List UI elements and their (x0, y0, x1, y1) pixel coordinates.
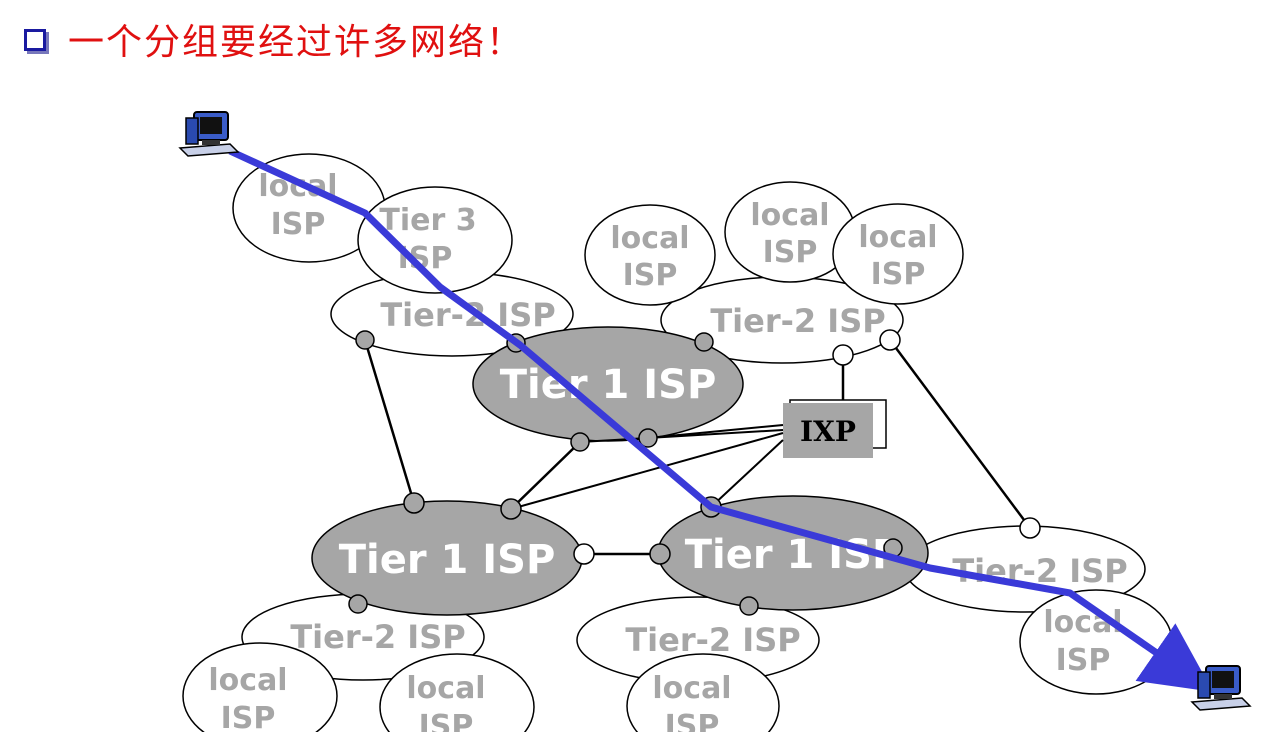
svg-text:ISP: ISP (871, 257, 926, 292)
svg-text:Tier 1 ISP: Tier 1 ISP (339, 537, 556, 583)
svg-text:Tier-2 ISP: Tier-2 ISP (290, 618, 465, 656)
svg-text:Tier 1 ISP: Tier 1 ISP (500, 362, 717, 408)
svg-text:ISP: ISP (221, 701, 276, 732)
svg-text:local: local (858, 220, 937, 255)
source-computer-icon (179, 111, 239, 157)
svg-text:ISP: ISP (665, 709, 720, 732)
svg-text:Tier-2 ISP: Tier-2 ISP (625, 621, 800, 659)
tier3-isp: Tier 3 ISP (357, 186, 513, 294)
local-isp-top-3: local ISP (832, 203, 964, 305)
local-isp-destination: local ISP (1019, 589, 1173, 695)
local-isp-top-1: local ISP (584, 204, 716, 306)
svg-text:local: local (652, 671, 731, 706)
network-diagram: Tier-2 ISP Tier-2 ISP local ISP local IS… (179, 111, 1251, 732)
ixp-box: IXP (783, 399, 887, 458)
svg-text:ISP: ISP (623, 258, 678, 293)
destination-computer-icon (1191, 665, 1251, 711)
svg-text:local: local (750, 198, 829, 233)
svg-text:Tier 3: Tier 3 (379, 203, 476, 238)
svg-text:ISP: ISP (1056, 643, 1111, 678)
svg-text:local: local (610, 221, 689, 256)
svg-text:local: local (406, 671, 485, 706)
svg-text:ISP: ISP (419, 709, 474, 732)
svg-text:local: local (208, 663, 287, 698)
svg-text:Tier 1 ISP: Tier 1 ISP (685, 532, 902, 578)
svg-text:ISP: ISP (271, 207, 326, 242)
svg-text:ISP: ISP (763, 235, 818, 270)
tier2-top-right-label: Tier-2 ISP (710, 302, 885, 340)
ixp-label: IXP (800, 415, 856, 448)
tier2-top-left-label: Tier-2 ISP (380, 296, 555, 334)
